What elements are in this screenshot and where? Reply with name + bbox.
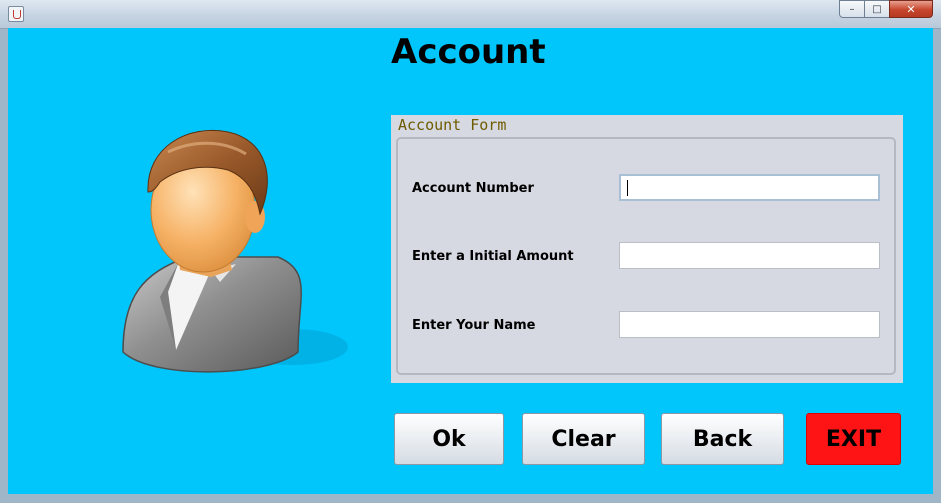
window-caption-buttons: – □ ✕ [839,0,933,18]
java-app-icon[interactable] [8,6,24,22]
account-number-label: Account Number [412,181,534,196]
ok-button[interactable]: Ok [394,413,504,465]
clear-button[interactable]: Clear [522,413,645,465]
initial-amount-label: Enter a Initial Amount [412,249,574,264]
minimize-button[interactable]: – [839,0,865,18]
back-button[interactable]: Back [661,413,784,465]
window-titlebar: – □ ✕ [0,0,941,29]
account-form-legend: Account Form [398,116,507,134]
account-form-panel: Account Form Account Number Enter a Init… [391,115,903,383]
account-window-content: Account Account Form Account Number Ente… [8,28,933,494]
text-caret [627,180,628,196]
page-title: Account [391,32,546,72]
maximize-button[interactable]: □ [864,0,890,18]
exit-button[interactable]: EXIT [806,413,901,465]
account-number-input[interactable] [619,174,880,201]
name-input[interactable] [619,311,880,338]
user-avatar-icon [122,130,348,373]
name-label: Enter Your Name [412,318,536,333]
close-button[interactable]: ✕ [889,0,933,18]
initial-amount-input[interactable] [619,242,880,269]
